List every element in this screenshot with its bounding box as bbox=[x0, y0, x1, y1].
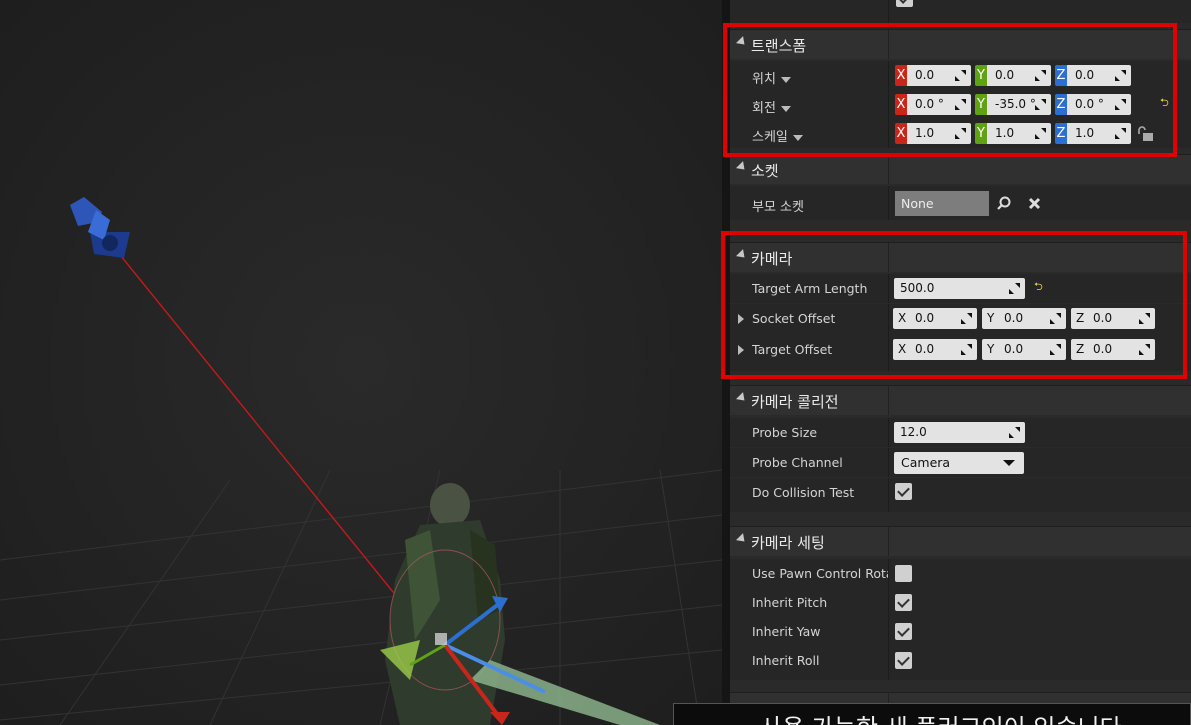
toast-message: 사용 가능한 새 플러그인이 있습니다 bbox=[760, 708, 1122, 725]
probe-channel-select[interactable]: Camera bbox=[894, 452, 1024, 474]
column-divider bbox=[888, 478, 889, 512]
row-use-pawn-control-rotation: Use Pawn Control Rotati bbox=[730, 559, 1191, 588]
column-divider bbox=[888, 588, 889, 617]
section-title: 카메라 세팅 bbox=[751, 534, 825, 552]
probe-channel-label: Probe Channel bbox=[752, 455, 843, 470]
parent-socket-label: 부모 소켓 bbox=[752, 200, 804, 215]
section-title: 카메라 콜리전 bbox=[751, 393, 839, 411]
section-title: 소켓 bbox=[751, 162, 779, 180]
inherit-yaw-label: Inherit Yaw bbox=[752, 624, 821, 639]
inherit-yaw-checkbox[interactable] bbox=[895, 623, 912, 640]
row-probe-channel: Probe Channel Camera bbox=[730, 448, 1191, 477]
section-camera-settings[interactable]: 카메라 세팅 bbox=[730, 526, 1191, 556]
clear-icon[interactable] bbox=[1028, 197, 1041, 210]
search-icon[interactable] bbox=[996, 196, 1012, 212]
row-previous bbox=[730, 0, 1191, 23]
probe-size-input[interactable]: 12.0 bbox=[894, 422, 1025, 443]
previous-checkbox[interactable] bbox=[896, 0, 913, 7]
collapse-arrow-icon bbox=[735, 533, 749, 546]
row-do-collision-test: Do Collision Test bbox=[730, 478, 1191, 512]
spin-icon[interactable] bbox=[1009, 427, 1020, 438]
inherit-roll-label: Inherit Roll bbox=[752, 653, 820, 668]
inherit-pitch-checkbox[interactable] bbox=[895, 594, 912, 611]
column-divider bbox=[888, 0, 889, 23]
row-inherit-pitch: Inherit Pitch bbox=[730, 588, 1191, 617]
use-pawn-control-rotation-label: Use Pawn Control Rotati bbox=[752, 566, 888, 581]
row-inherit-roll: Inherit Roll bbox=[730, 646, 1191, 680]
row-parent-socket: 부모 소켓 None bbox=[730, 186, 1191, 220]
parent-socket-field[interactable]: None bbox=[895, 191, 989, 216]
column-divider bbox=[888, 448, 889, 477]
inherit-pitch-label: Inherit Pitch bbox=[752, 595, 828, 610]
column-divider bbox=[888, 559, 889, 588]
column-divider bbox=[888, 186, 889, 220]
probe-size-label: Probe Size bbox=[752, 425, 818, 440]
highlight-camera bbox=[721, 231, 1187, 379]
section-camera-collision[interactable]: 카메라 콜리전 bbox=[730, 385, 1191, 415]
column-divider bbox=[888, 617, 889, 646]
level-viewport[interactable] bbox=[0, 0, 722, 725]
dropdown-arrow-icon bbox=[1003, 460, 1015, 466]
row-inherit-yaw: Inherit Yaw bbox=[730, 617, 1191, 646]
column-divider bbox=[888, 646, 889, 680]
column-divider bbox=[888, 155, 889, 184]
row-probe-size: Probe Size 12.0 bbox=[730, 418, 1191, 447]
probe-size-value: 12.0 bbox=[900, 425, 927, 439]
highlight-transform bbox=[723, 23, 1177, 157]
column-divider bbox=[888, 527, 889, 556]
column-divider bbox=[888, 418, 889, 447]
do-collision-test-checkbox[interactable] bbox=[895, 483, 912, 500]
probe-channel-value: Camera bbox=[901, 455, 951, 470]
collapse-arrow-icon bbox=[735, 161, 749, 174]
section-socket[interactable]: 소켓 bbox=[730, 154, 1191, 184]
column-divider bbox=[888, 386, 889, 415]
use-pawn-control-rotation-checkbox[interactable] bbox=[895, 565, 912, 582]
do-collision-test-label: Do Collision Test bbox=[752, 485, 855, 500]
plugin-notification-toast[interactable]: 사용 가능한 새 플러그인이 있습니다 bbox=[673, 703, 1191, 725]
inherit-roll-checkbox[interactable] bbox=[895, 652, 912, 669]
collapse-arrow-icon bbox=[735, 392, 749, 405]
viewport-scene bbox=[0, 0, 722, 725]
